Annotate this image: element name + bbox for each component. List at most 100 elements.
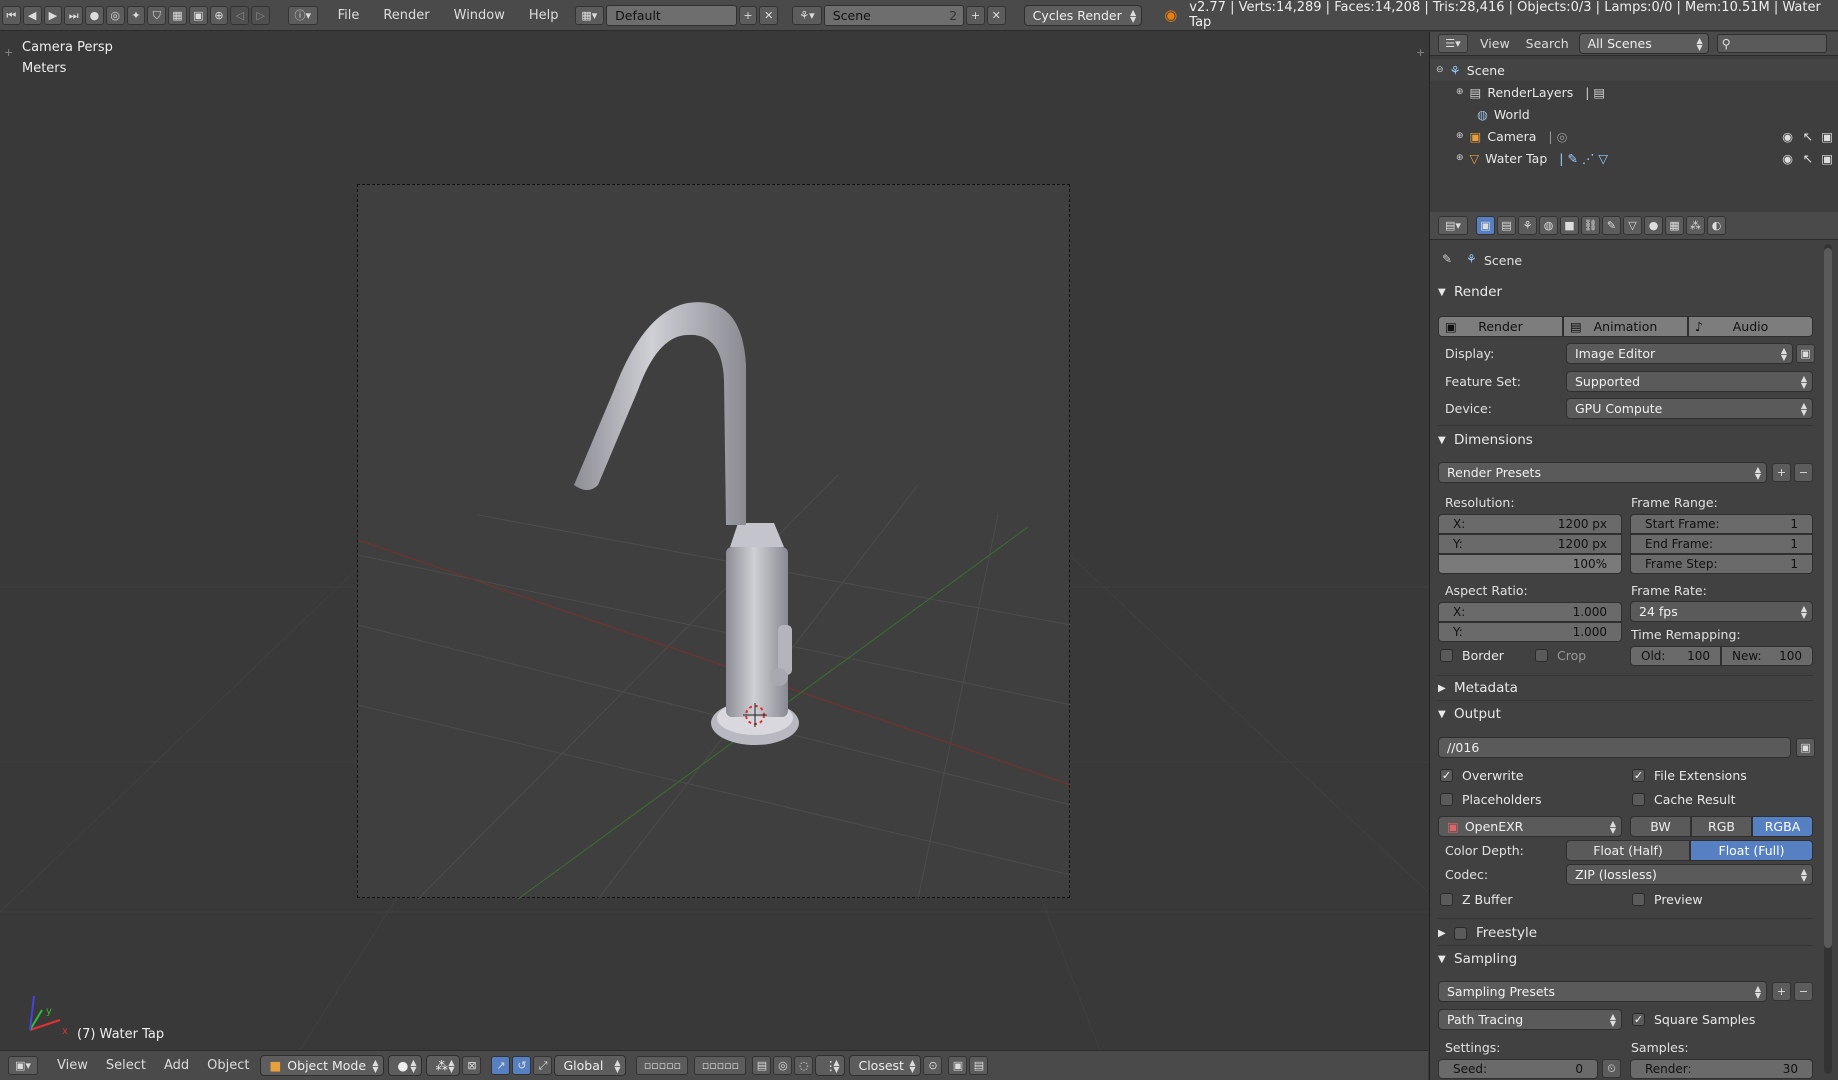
screen-layout-field[interactable]: Default (606, 4, 737, 26)
freestyle-toggle-checkbox[interactable] (1454, 926, 1467, 940)
resolution-y-field[interactable]: Y: 1200 px (1438, 534, 1622, 554)
play-reverse-icon[interactable]: ◀ (22, 5, 42, 25)
visibility-eye-icon[interactable]: ◉ (1782, 129, 1793, 144)
pin-icon[interactable]: ✎ (1442, 252, 1452, 266)
resolution-percentage-field[interactable]: 100% (1438, 554, 1622, 574)
z-buffer-checkbox[interactable]: Z Buffer (1440, 892, 1512, 907)
snap-target-dropdown[interactable]: Closest ▲ ▼ (849, 1055, 922, 1076)
selectable-cursor-icon[interactable]: ↖ (1803, 129, 1813, 144)
render-engine-dropdown[interactable]: Cycles Render ▲ ▼ (1023, 4, 1143, 26)
menu-window[interactable]: Window (442, 0, 517, 31)
orientation-dropdown[interactable]: Global ▲ ▼ (554, 1055, 627, 1076)
properties-editor-icon[interactable]: ▤▾ (1438, 216, 1468, 235)
object-tab-icon[interactable]: ■ (1560, 216, 1579, 235)
animated-seed-icon[interactable]: ⏲ (1602, 1059, 1621, 1078)
3d-viewport[interactable]: Camera Persp Meters + + x y (7) Water Ta… (0, 32, 1428, 1050)
display-lock-icon[interactable]: ▣ (1796, 344, 1815, 363)
jump-start-icon[interactable]: ⏮ (2, 5, 21, 25)
render-button[interactable]: ▣ Render (1438, 316, 1563, 337)
folder-browse-icon[interactable]: ▣ (1796, 738, 1815, 757)
sphere-icon[interactable]: ◎ (105, 5, 125, 25)
outliner-menu-search[interactable]: Search (1518, 28, 1577, 59)
particles-tab-icon[interactable]: ⁂ (1686, 216, 1705, 235)
expand-icon[interactable]: ⊕ (1456, 131, 1464, 141)
renderable-camera-icon[interactable]: ▣ (1821, 151, 1833, 166)
modifiers-tab-icon[interactable]: ✎ (1602, 216, 1621, 235)
menu-add[interactable]: Add (155, 1058, 198, 1073)
seed-field[interactable]: Seed: 0 (1438, 1059, 1598, 1079)
render-presets-dropdown[interactable]: Render Presets ▲ ▼ (1438, 462, 1767, 483)
menu-select[interactable]: Select (97, 1058, 155, 1073)
layers-icon[interactable]: ▫▫▫▫▫ (636, 1056, 689, 1075)
panel-render-header[interactable]: ▼ Render (1438, 281, 1813, 303)
world-tab-icon[interactable]: ◍ (1539, 216, 1558, 235)
arrow-right-icon[interactable]: ▷ (251, 5, 270, 25)
corner-plus-icon[interactable]: + (1416, 46, 1425, 59)
output-path-input[interactable]: //016 (1438, 737, 1791, 758)
render-opengl-icon[interactable]: ▣ (948, 1056, 968, 1075)
outliner-search-input[interactable]: ⚲ (1716, 34, 1827, 53)
info-editor-icon[interactable]: ⓘ▾ (287, 5, 318, 25)
scrollbar-thumb[interactable] (1824, 248, 1832, 948)
layers-icon[interactable]: ▫▫▫▫▫ (694, 1056, 747, 1075)
file-format-dropdown[interactable]: ▣ OpenEXR ▲ ▼ (1438, 816, 1622, 837)
panel-sampling-header[interactable]: ▼ Sampling (1438, 948, 1813, 970)
placeholders-checkbox[interactable]: Placeholders (1440, 792, 1542, 807)
file-extensions-checkbox[interactable]: ✓ File Extensions (1632, 768, 1747, 783)
outliner-editor-icon[interactable]: ☰▾ (1438, 34, 1468, 53)
start-frame-field[interactable]: Start Frame: 1 (1630, 514, 1813, 534)
panel-metadata-header[interactable]: ▶ Metadata (1438, 677, 1813, 699)
codec-dropdown[interactable]: ZIP (lossless) ▲ ▼ (1566, 864, 1813, 885)
collapse-icon[interactable]: ⊖ (1436, 65, 1444, 75)
snap-align-icon[interactable]: ⊙ (923, 1056, 943, 1075)
expand-icon[interactable]: ⊕ (1456, 153, 1464, 163)
material-tab-icon[interactable]: ● (1644, 216, 1663, 235)
frame-rate-dropdown[interactable]: 24 fps ▲ ▼ (1630, 601, 1813, 622)
manipulator-icon[interactable]: ⊠ (462, 1056, 482, 1075)
pivot-dropdown[interactable]: ⁂ ▲ ▼ (426, 1055, 461, 1076)
outliner-item-world[interactable]: ◍ World (1430, 103, 1838, 125)
aspect-x-field[interactable]: X: 1.000 (1438, 602, 1622, 622)
visibility-eye-icon[interactable]: ◉ (1782, 151, 1793, 166)
panel-output-header[interactable]: ▼ Output (1438, 703, 1813, 725)
translate-icon[interactable]: ↗ (491, 1056, 511, 1075)
display-dropdown[interactable]: Image Editor ▲ ▼ (1566, 343, 1793, 364)
panel-freestyle-header[interactable]: ▶ Freestyle (1438, 922, 1813, 944)
new-file-icon[interactable]: ✦ (126, 5, 146, 25)
render-samples-field[interactable]: Render: 30 (1630, 1059, 1813, 1079)
remove-preset-icon[interactable]: − (1794, 463, 1813, 482)
renderable-camera-icon[interactable]: ▣ (1821, 129, 1833, 144)
outliner-display-mode[interactable]: All Scenes ▲ ▼ (1578, 33, 1709, 54)
color-mode-rgb[interactable]: RGB (1691, 816, 1752, 837)
overwrite-checkbox[interactable]: ✓ Overwrite (1440, 768, 1524, 783)
close-layout-icon[interactable]: ✕ (759, 5, 779, 25)
color-depth-full[interactable]: Float (Full) (1690, 840, 1813, 861)
scale-icon[interactable]: ⤢ (533, 1056, 553, 1075)
remap-old-field[interactable]: Old: 100 (1630, 646, 1721, 666)
square-samples-checkbox[interactable]: ✓ Square Samples (1632, 1012, 1755, 1027)
add-preset-icon[interactable]: + (1772, 982, 1791, 1001)
remap-new-field[interactable]: New: 100 (1721, 646, 1813, 666)
frame-step-field[interactable]: Frame Step: 1 (1630, 554, 1813, 574)
menu-view[interactable]: View (48, 1058, 97, 1073)
physics-tab-icon[interactable]: ◐ (1707, 216, 1726, 235)
preview-checkbox[interactable]: Preview (1632, 892, 1703, 907)
outliner-item-scene[interactable]: ⊖ ⚘ Scene (1430, 59, 1838, 81)
add-preset-icon[interactable]: + (1772, 463, 1791, 482)
color-mode-rgba[interactable]: RGBA (1752, 816, 1813, 837)
arrow-left-icon[interactable]: ◁ (230, 5, 250, 25)
add-layout-icon[interactable]: + (738, 5, 758, 25)
outliner-menu-view[interactable]: View (1468, 28, 1518, 59)
texture-tab-icon[interactable]: ▦ (1665, 216, 1684, 235)
border-checkbox[interactable]: Border (1440, 648, 1504, 663)
expand-icon[interactable]: ⊕ (1456, 87, 1464, 97)
proportional-icon[interactable]: ◎ (773, 1056, 793, 1075)
outliner-item-camera[interactable]: ⊕ ▣ Camera | ◎ ◉ ↖ ▣ (1430, 125, 1838, 147)
render-anim-icon[interactable]: ▤ (969, 1056, 989, 1075)
corner-plus-icon[interactable]: + (4, 46, 13, 59)
device-dropdown[interactable]: GPU Compute ▲ ▼ (1566, 398, 1813, 419)
render-tab-icon[interactable]: ▣ (1476, 216, 1495, 235)
record-icon[interactable]: ● (85, 5, 104, 25)
layer-lock-icon[interactable]: ▤ (752, 1056, 772, 1075)
end-frame-field[interactable]: End Frame: 1 (1630, 534, 1813, 554)
